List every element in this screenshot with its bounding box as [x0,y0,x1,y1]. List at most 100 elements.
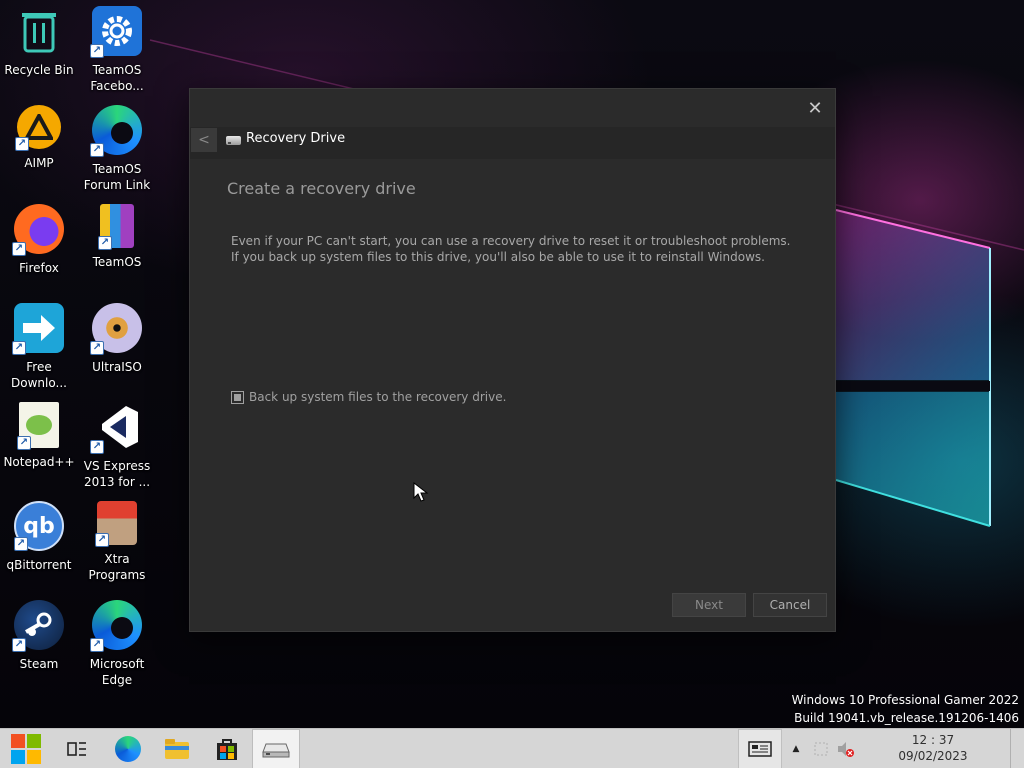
task-view-icon [67,742,86,756]
dialog-navigation-bar: < Recovery Drive [190,127,835,159]
shortcut-arrow-icon: ↗ [98,236,112,250]
windows-build-watermark: Windows 10 Professional Gamer 2022 Build… [792,691,1019,727]
recovery-drive-dialog: ✕ < Recovery Drive Create a recovery dri… [189,88,836,632]
dialog-title-bar[interactable]: ✕ [190,89,835,129]
ultraiso-disc-icon: ↗ [90,303,142,355]
taskbar-recovery-drive-button[interactable] [252,729,300,768]
desktop-icon-recycle-bin[interactable]: Recycle Bin [0,6,79,98]
gear-icon: ↗ [90,6,142,58]
desktop-icon-aimp[interactable]: ↗ AIMP [0,105,79,197]
clock-time: 12 : 37 [911,733,955,747]
recovery-drive-icon [262,743,290,758]
desktop-icon-teamos[interactable]: ↗ TeamOS [77,204,157,296]
watermark-build: Build 19041.vb_release.191206-1406 [794,711,1019,725]
desktop-icon-label: TeamOS Facebo... [90,63,144,93]
desktop-icon-label: TeamOS Forum Link [83,162,151,192]
file-explorer-icon [165,739,189,759]
taskbar-store-button[interactable] [203,729,251,768]
chevron-up-icon: ▲ [792,744,800,754]
cancel-button[interactable]: Cancel [753,593,827,617]
back-button[interactable]: < [191,128,217,152]
taskbar-file-explorer-button[interactable] [153,729,201,768]
firefox-icon: ↗ [12,204,64,256]
shortcut-arrow-icon: ↗ [12,242,26,256]
backup-system-files-checkbox[interactable] [231,390,244,404]
taskbar-edge-button[interactable] [104,729,152,768]
desktop-icon-firefox[interactable]: ↗ Firefox [0,204,79,296]
desktop-icon-label: Free Downlo... [11,360,67,390]
edge-icon: ↗ [90,600,142,652]
desktop-icon-label: Steam [19,657,59,671]
next-button[interactable]: Next [672,593,746,617]
start-button[interactable] [2,729,50,768]
desktop-icon-label: VS Express 2013 for ... [83,459,151,489]
shortcut-arrow-icon: ↗ [14,537,28,551]
teamos-icon: ↗ [98,204,134,250]
tray-news-button[interactable] [738,729,782,768]
store-icon [217,739,237,760]
windows-start-icon [11,734,41,764]
desktop-icon-teamos-forum-link[interactable]: ↗ TeamOS Forum Link [77,105,157,197]
mouse-cursor-icon [413,482,429,502]
shortcut-arrow-icon: ↗ [12,638,26,652]
tray-network-button[interactable] [810,729,832,768]
shortcut-arrow-icon: ↗ [15,137,29,151]
desktop-icon-label: Xtra Programs [88,552,146,582]
backup-system-files-label[interactable]: Back up system files to the recovery dri… [249,390,506,404]
show-hidden-icons-button[interactable]: ▲ [788,729,804,768]
desktop-icon-ultraiso[interactable]: ↗ UltraISO [77,303,157,395]
xtra-programs-icon: ↗ [95,501,137,547]
shortcut-arrow-icon: ↗ [17,436,31,450]
task-view-button[interactable] [53,729,101,768]
shortcut-arrow-icon: ↗ [90,341,104,355]
desktop-icon-label: UltraISO [92,360,142,374]
steam-icon: ↗ [12,600,64,652]
desktop-icon-vs-express[interactable]: ↗ VS Express 2013 for ... [77,402,157,494]
notepad-plus-plus-icon: ↗ [17,402,59,450]
shortcut-arrow-icon: ↗ [90,638,104,652]
desktop-icon-microsoft-edge[interactable]: ↗ Microsoft Edge [77,600,157,692]
desktop-icon-label: qBittorrent [6,558,72,572]
edge-icon [115,736,141,762]
qbittorrent-icon: qb ↗ [14,501,64,551]
watermark-edition: Windows 10 Professional Gamer 2022 [791,693,1019,707]
desktop-icon-label: Recycle Bin [4,63,74,77]
desktop-icon-label: Notepad++ [3,455,75,469]
desktop-icon-steam[interactable]: ↗ Steam [0,600,79,692]
free-download-icon: ↗ [12,303,64,355]
desktop-icon-teamos-facebook[interactable]: ↗ TeamOS Facebo... [77,6,157,98]
desktop-icon-notepad-plus-plus[interactable]: ↗ Notepad++ [0,402,79,494]
network-icon [814,742,828,756]
desktop-icon-label: TeamOS [92,255,142,269]
recovery-drive-icon [226,136,241,145]
shortcut-arrow-icon: ↗ [90,143,104,157]
recycle-bin-icon [14,6,64,56]
checkbox-check-mark [234,393,241,401]
visual-studio-icon: ↗ [90,402,142,454]
desktop-icon-label: Firefox [19,261,59,275]
taskbar-clock[interactable]: 12 : 37 09/02/2023 [894,732,972,764]
tray-volume-button[interactable] [834,729,856,768]
desktop-icon-xtra-programs[interactable]: ↗ Xtra Programs [77,501,157,593]
volume-muted-icon [838,742,854,757]
description-line: Even if your PC can't start, you can use… [231,234,791,248]
desktop-icon-label: Microsoft Edge [89,657,145,687]
shortcut-arrow-icon: ↗ [12,341,26,355]
backup-system-files-option[interactable]: Back up system files to the recovery dri… [231,390,506,404]
edge-icon: ↗ [90,105,142,157]
shortcut-arrow-icon: ↗ [95,533,109,547]
close-button[interactable]: ✕ [801,95,829,123]
show-desktop-button[interactable] [1010,729,1022,768]
desktop-icon-qbittorrent[interactable]: qb ↗ qBittorrent [0,501,79,593]
desktop-icon-label: AIMP [24,156,54,170]
clock-date: 09/02/2023 [898,749,968,763]
shortcut-arrow-icon: ↗ [90,44,104,58]
keyboard-icon [748,741,772,757]
desktop-icon-free-download[interactable]: ↗ Free Downlo... [0,303,79,395]
taskbar: ▲ 12 : 37 09/02/2023 [0,728,1024,768]
shortcut-arrow-icon: ↗ [90,440,104,454]
description-line: If you back up system files to this driv… [231,250,765,264]
description-text: Even if your PC can't start, you can use… [231,233,791,265]
dialog-title: Recovery Drive [246,131,346,146]
aimp-icon: ↗ [15,105,61,151]
